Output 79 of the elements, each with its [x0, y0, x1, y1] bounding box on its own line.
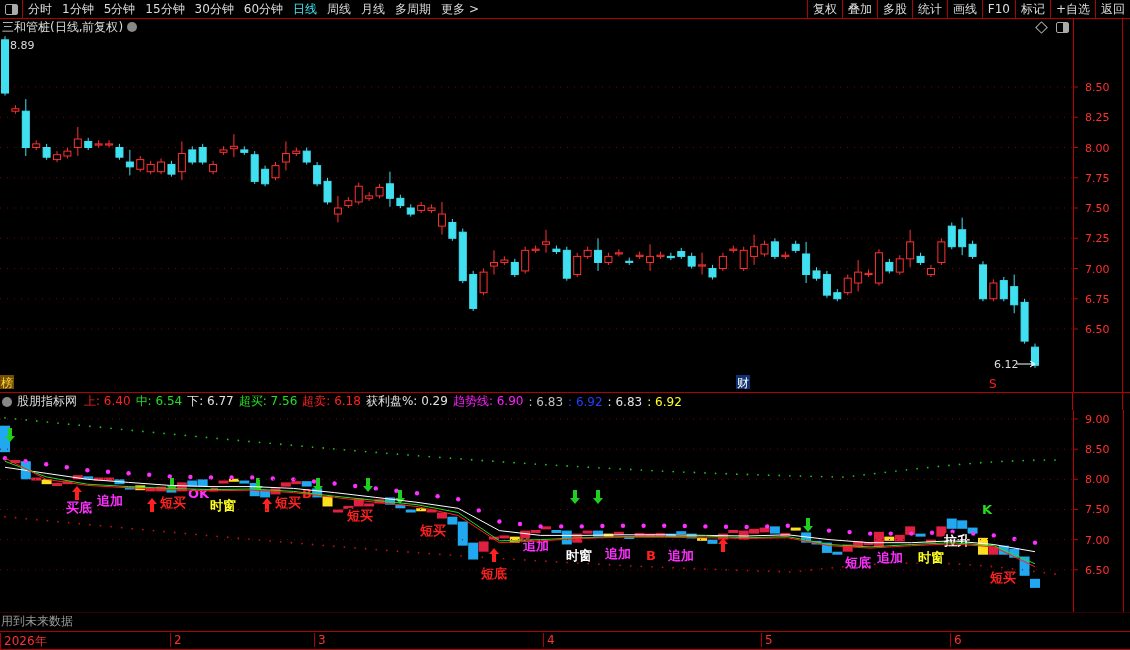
toolbar-button[interactable]: 叠加: [841, 0, 877, 19]
axis-label: 7.50: [1085, 503, 1110, 517]
indicator-value: : 6.92: [568, 394, 603, 409]
axis-label: 7.00: [1085, 533, 1110, 547]
signal-label: 追加: [605, 546, 631, 562]
period-tab[interactable]: 分时: [23, 0, 57, 19]
low-price-label: 6.12: [994, 358, 1019, 372]
indicator-value: 趋势线: 6.90: [452, 393, 524, 411]
signal-label: 短底: [845, 555, 871, 571]
signal-label: OK: [188, 486, 210, 502]
date-axis-label: 3: [314, 632, 326, 647]
period-tab[interactable]: 周线: [322, 0, 357, 19]
signal-label: 短买: [160, 495, 186, 511]
chart-marker[interactable]: 财: [737, 376, 749, 391]
signal-label: 时窗: [918, 550, 944, 566]
signal-label: 短底: [481, 566, 507, 582]
signal-label: K: [982, 502, 993, 518]
indicator-value: 超买: 7.56: [238, 393, 298, 411]
period-tab[interactable]: 多周期: [390, 0, 437, 19]
indicator-value: 超卖: 6.18: [302, 393, 361, 411]
period-tab[interactable]: 15分钟: [140, 0, 190, 19]
indicator-name: 股朋指标网: [17, 393, 77, 411]
toolbar-button[interactable]: 复权: [806, 0, 842, 19]
toolbar-button[interactable]: +自选: [1049, 0, 1095, 19]
axis-label: 6.50: [1085, 323, 1110, 337]
future-data-note: 用到未来数据: [0, 613, 73, 631]
indicator-value: : 6.92: [647, 394, 682, 409]
period-tab[interactable]: 5分钟: [98, 0, 141, 19]
stock-title: 三和管桩(日线,前复权): [2, 18, 124, 36]
date-axis-label: 2: [170, 632, 182, 647]
axis-label: 8.25: [1085, 111, 1110, 125]
high-price-label: 8.89: [10, 39, 35, 53]
indicator-value: : 6.83: [528, 394, 564, 409]
toolbar-button[interactable]: 标记: [1014, 0, 1050, 19]
period-tab[interactable]: 更多 >: [436, 0, 484, 19]
indicator-value: 中: 6.54: [135, 393, 183, 411]
axis-label: 8.00: [1085, 141, 1110, 155]
indicator-value: : 6.83: [607, 394, 643, 409]
axis-label: 7.00: [1085, 262, 1110, 276]
period-tab[interactable]: 月线: [356, 0, 391, 19]
chart-marker[interactable]: 榜: [1, 376, 13, 391]
axis-label: 8.50: [1085, 443, 1110, 457]
chart-marker[interactable]: S: [989, 377, 997, 392]
period-tab[interactable]: 30分钟: [189, 0, 239, 19]
toolbar-button[interactable]: 返回: [1095, 0, 1130, 19]
axis-label: 7.75: [1085, 172, 1110, 186]
signal-label: 追加: [668, 548, 694, 564]
period-tab[interactable]: 60分钟: [238, 0, 289, 19]
date-axis-label: 6: [950, 632, 962, 647]
toolbar-button[interactable]: 多股: [876, 0, 912, 19]
axis-label: 7.25: [1085, 232, 1110, 246]
indicator-value: 上: 6.40: [84, 393, 131, 411]
signal-label: 买底: [66, 500, 92, 516]
date-axis-label: 5: [761, 632, 773, 647]
toolbar-button[interactable]: 画线: [946, 0, 982, 19]
signal-label: 短买: [420, 523, 446, 539]
signal-label: 时窗: [566, 548, 592, 564]
signal-label: 短买: [275, 495, 301, 511]
axis-label: 6.75: [1085, 293, 1110, 307]
signal-label: 追加: [523, 538, 549, 554]
signal-label: 时窗: [210, 498, 236, 514]
signal-label: 追加: [877, 550, 903, 566]
signal-label: 短买: [990, 570, 1016, 586]
axis-label: 6.50: [1085, 564, 1110, 578]
toolbar-button[interactable]: 统计: [911, 0, 947, 19]
signal-label: B: [646, 548, 656, 564]
axis-label: 9.00: [1085, 413, 1110, 427]
period-tab[interactable]: 日线: [288, 0, 323, 19]
date-axis-label: 2026年: [0, 632, 47, 650]
axis-label: 7.50: [1085, 202, 1110, 216]
signal-label: 追加: [97, 493, 123, 509]
signal-label: 短买: [347, 508, 373, 524]
axis-label: 8.50: [1085, 81, 1110, 95]
toolbar-button[interactable]: F10: [981, 0, 1015, 19]
axis-label: 8.00: [1085, 473, 1110, 487]
period-tab[interactable]: 1分钟: [57, 0, 99, 19]
date-axis-label: 4: [543, 632, 555, 647]
indicator-value: 下: 6.77: [187, 393, 234, 411]
indicator-value: 获利盘%: 0.29: [365, 393, 448, 411]
